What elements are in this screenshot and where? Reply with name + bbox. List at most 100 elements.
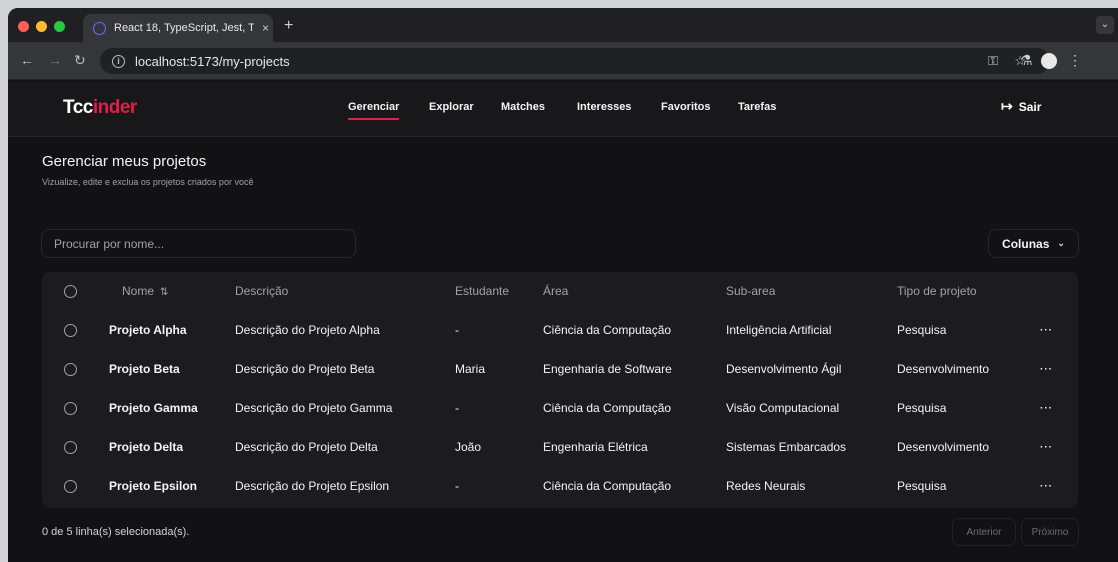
selection-count-text: 0 de 5 linha(s) selecionada(s). — [42, 526, 190, 538]
logout-label: Sair — [1018, 99, 1042, 114]
new-tab-button[interactable]: + — [284, 17, 293, 35]
cell-subarea: Redes Neurais — [726, 479, 806, 493]
maximize-window-button[interactable] — [54, 21, 65, 32]
cell-type: Desenvolvimento — [897, 362, 990, 376]
page-title: Gerenciar meus projetos — [42, 153, 207, 170]
tab-close-icon[interactable]: × — [262, 21, 269, 35]
projects-table: Nome ⇅ Descrição Estudante Área Sub-area … — [42, 272, 1078, 508]
sort-icon[interactable]: ⇅ — [160, 287, 168, 298]
back-arrow-icon[interactable]: ← — [20, 52, 34, 68]
nav-link-favoritos[interactable]: Favoritos — [661, 101, 711, 113]
tab-title: React 18, TypeScript, Jest, Te — [114, 22, 254, 34]
next-page-button[interactable]: Próximo — [1021, 518, 1079, 546]
browser-toolbar: ← → ↻ i localhost:5173/my-projects ⚿ ☆ ⚗… — [8, 42, 1118, 80]
header-student: Estudante — [455, 284, 510, 298]
header-subarea: Sub-area — [726, 284, 776, 298]
row-actions-menu-icon[interactable]: ··· — [1040, 350, 1053, 389]
cell-area: Ciência da Computação — [543, 401, 672, 415]
select-all-checkbox[interactable] — [64, 285, 77, 298]
cell-area: Engenharia Elétrica — [543, 440, 648, 454]
row-actions-menu-icon[interactable]: ··· — [1040, 311, 1053, 350]
logout-button[interactable]: ↦ Sair — [1001, 98, 1041, 115]
header-description: Descrição — [235, 284, 289, 298]
nav-link-gerenciar[interactable]: Gerenciar — [348, 101, 400, 120]
logo-text-part2: inder — [92, 97, 137, 118]
forward-arrow-icon[interactable]: → — [48, 52, 62, 68]
cell-subarea: Desenvolvimento Ágil — [726, 362, 842, 376]
cell-name: Projeto Epsilon — [109, 479, 198, 493]
browser-tab[interactable]: React 18, TypeScript, Jest, Te × — [83, 14, 273, 42]
tab-bar: React 18, TypeScript, Jest, Te × + ⌄ — [8, 8, 1118, 42]
row-select-checkbox[interactable] — [64, 402, 77, 415]
row-select-checkbox[interactable] — [64, 324, 77, 337]
tab-search-chevron-icon[interactable]: ⌄ — [1096, 16, 1114, 34]
chevron-down-icon: ⌄ — [1057, 238, 1065, 248]
nav-link-interesses[interactable]: Interesses — [577, 101, 631, 113]
row-actions-menu-icon[interactable]: ··· — [1040, 389, 1053, 428]
header-name[interactable]: Nome ⇅ — [122, 272, 168, 311]
row-select-checkbox[interactable] — [64, 480, 77, 493]
cell-area: Engenharia de Software — [543, 362, 672, 376]
table-row[interactable]: Projeto Epsilon Descrição do Projeto Eps… — [42, 467, 1078, 506]
cell-description: Descrição do Projeto Epsilon — [235, 479, 390, 493]
table-header-row: Nome ⇅ Descrição Estudante Área Sub-area … — [42, 272, 1078, 311]
cell-subarea: Sistemas Embarcados — [726, 440, 847, 454]
cell-name: Projeto Beta — [109, 362, 180, 376]
cell-type: Pesquisa — [897, 401, 947, 415]
columns-label: Colunas — [1002, 236, 1050, 251]
cell-area: Ciência da Computação — [543, 479, 672, 493]
cell-student: - — [455, 479, 459, 493]
cell-name: Projeto Gamma — [109, 401, 198, 415]
site-info-icon[interactable]: i — [112, 54, 125, 68]
nav-link-explorar[interactable]: Explorar — [429, 101, 474, 113]
table-row[interactable]: Projeto Gamma Descrição do Projeto Gamma… — [42, 389, 1078, 428]
cell-area: Ciência da Computação — [543, 323, 672, 337]
tab-favicon-icon — [93, 21, 106, 35]
page-subtitle: Vizualize, edite e exclua os projetos cr… — [42, 177, 254, 187]
cell-type: Pesquisa — [897, 323, 947, 337]
cell-type: Pesquisa — [897, 479, 947, 493]
profile-avatar-icon[interactable] — [1041, 53, 1057, 69]
cell-type: Desenvolvimento — [897, 440, 990, 454]
browser-window: React 18, TypeScript, Jest, Te × + ⌄ ← →… — [8, 8, 1118, 562]
cell-name: Projeto Alpha — [109, 323, 187, 337]
browser-menu-icon[interactable]: ⋮ — [1068, 52, 1082, 69]
row-actions-menu-icon[interactable]: ··· — [1040, 428, 1053, 467]
table-row[interactable]: Projeto Beta Descrição do Projeto Beta M… — [42, 350, 1078, 389]
labs-flask-icon[interactable]: ⚗ — [1020, 52, 1033, 69]
table-row[interactable]: Projeto Delta Descrição do Projeto Delta… — [42, 428, 1078, 467]
header-area: Área — [543, 284, 569, 298]
close-window-button[interactable] — [18, 21, 29, 32]
nav-link-tarefas[interactable]: Tarefas — [738, 101, 776, 113]
logout-icon: ↦ — [1001, 98, 1013, 114]
cell-student: - — [455, 323, 459, 337]
row-select-checkbox[interactable] — [64, 363, 77, 376]
cell-description: Descrição do Projeto Beta — [235, 362, 375, 376]
cell-name: Projeto Delta — [109, 440, 184, 454]
table-row[interactable]: Projeto Alpha Descrição do Projeto Alpha… — [42, 311, 1078, 350]
cell-description: Descrição do Projeto Delta — [235, 440, 378, 454]
previous-page-button[interactable]: Anterior — [952, 518, 1016, 546]
minimize-window-button[interactable] — [36, 21, 47, 32]
cell-subarea: Visão Computacional — [726, 401, 840, 415]
cell-description: Descrição do Projeto Alpha — [235, 323, 380, 337]
nav-link-matches[interactable]: Matches — [501, 101, 545, 113]
cell-student: Maria — [455, 362, 486, 376]
row-select-checkbox[interactable] — [64, 441, 77, 454]
cell-student: - — [455, 401, 459, 415]
columns-dropdown-button[interactable]: Colunas ⌄ — [988, 229, 1079, 258]
app-navbar: Tccinder Gerenciar Explorar Matches Inte… — [8, 81, 1118, 137]
header-type: Tipo de projeto — [897, 284, 977, 298]
search-input[interactable] — [41, 229, 356, 258]
app-root: Tccinder Gerenciar Explorar Matches Inte… — [8, 81, 1118, 562]
cell-student: João — [455, 440, 482, 454]
reload-icon[interactable]: ↻ — [74, 52, 86, 69]
url-text: localhost:5173/my-projects — [135, 53, 290, 69]
address-bar[interactable]: i localhost:5173/my-projects ⚿ ☆ — [100, 48, 1050, 74]
password-key-icon[interactable]: ⚿ — [988, 53, 998, 69]
app-logo[interactable]: Tccinder — [63, 97, 137, 119]
row-actions-menu-icon[interactable]: ··· — [1040, 467, 1053, 506]
logo-text-part1: Tcc — [63, 97, 93, 118]
cell-subarea: Inteligência Artificial — [726, 323, 832, 337]
cell-description: Descrição do Projeto Gamma — [235, 401, 393, 415]
